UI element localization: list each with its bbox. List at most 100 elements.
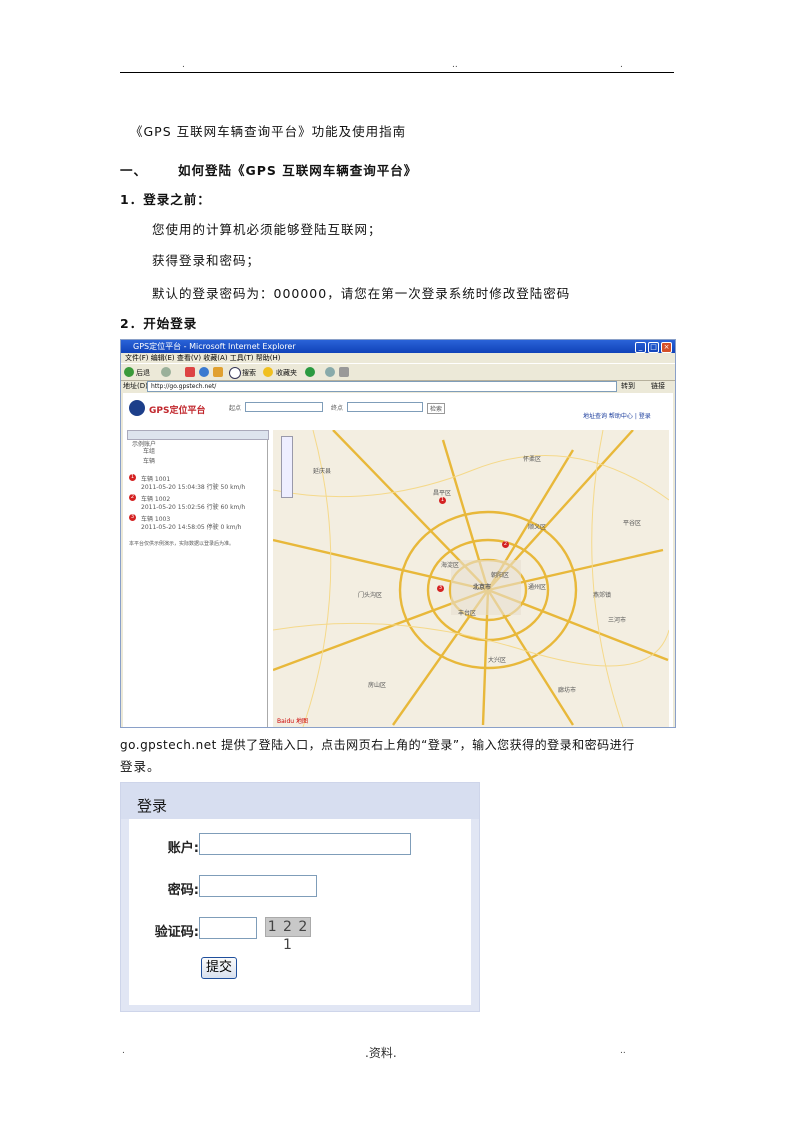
address-input[interactable]: http://go.gpstech.net/ <box>147 381 617 392</box>
map-label: 大兴区 <box>488 657 507 664</box>
vehicle-info: 2011-05-20 14:58:05 停驶 0 km/h <box>141 524 242 531</box>
menu-bar-text: 文件(F) 编辑(E) 查看(V) 收藏(A) 工具(T) 帮助(H) <box>125 354 281 362</box>
header-mark-left: . <box>182 60 185 70</box>
caption-line-2: 登录。 <box>120 759 161 774</box>
links-label[interactable]: 链接 <box>651 380 665 392</box>
login-header: 登录 <box>121 783 479 819</box>
search-button[interactable]: 检索 <box>427 403 446 414</box>
map-label: 廊坊市 <box>558 687 577 694</box>
browser-toolbar: 后退 搜索 收藏夹 <box>121 363 675 381</box>
tree-item[interactable]: 车辆 <box>143 456 155 465</box>
vehicle-item[interactable]: 2 车辆 1002 2011-05-20 15:02:56 行驶 60 km/h <box>129 494 245 511</box>
address-url: http://go.gpstech.net/ <box>151 383 217 390</box>
vehicle-pin-icon: 3 <box>129 514 136 521</box>
map-label: 顺义区 <box>528 524 547 531</box>
window-titlebar: GPS定位平台 - Microsoft Internet Explorer _ … <box>121 340 675 353</box>
captcha-input[interactable] <box>199 917 257 939</box>
search-to-input[interactable] <box>347 402 423 412</box>
map-footer: Baidu 地图 <box>277 718 308 725</box>
map-label: 房山区 <box>368 682 387 689</box>
vehicle-info: 2011-05-20 15:04:38 行驶 50 km/h <box>141 484 246 491</box>
login-title: 登录 <box>137 797 168 815</box>
favorites-icon[interactable] <box>263 367 273 377</box>
tree-item[interactable]: 车组 <box>143 446 155 455</box>
back-icon[interactable] <box>124 367 134 377</box>
address-label: 地址(D) <box>123 382 148 390</box>
section-1-title: 如何登陆《GPS 互联网车辆查询平台》 <box>178 163 418 178</box>
search-to-label: 终点 <box>331 405 344 412</box>
back-label: 后退 <box>136 369 150 377</box>
footer-mark-left: . <box>122 1046 125 1056</box>
vehicle-pin-icon: 1 <box>129 474 136 481</box>
menu-bar[interactable]: 文件(F) 编辑(E) 查看(V) 收藏(A) 工具(T) 帮助(H) <box>121 353 675 363</box>
vehicle-pin-icon: 2 <box>129 494 136 501</box>
map-label: 海淀区 <box>441 562 460 569</box>
mail-icon[interactable] <box>325 367 335 377</box>
window-title: GPS定位平台 - Microsoft Internet Explorer <box>133 342 296 351</box>
map-label: 北京市 <box>473 584 492 591</box>
password-input[interactable] <box>199 875 317 897</box>
section-1-number: 一、 <box>120 163 148 178</box>
vehicle-info: 2011-05-20 15:02:56 行驶 60 km/h <box>141 504 246 511</box>
map-label: 昌平区 <box>433 490 452 497</box>
login-form: 账户: 密码: 验证码: 1 2 2 1 提交 <box>129 819 471 1005</box>
stop-icon[interactable] <box>185 367 195 377</box>
refresh-icon[interactable] <box>199 367 209 377</box>
search-from-label: 起点 <box>229 405 242 412</box>
map-label: 平谷区 <box>623 520 642 527</box>
captcha-image[interactable]: 1 2 2 1 <box>265 917 311 953</box>
media-icon[interactable] <box>305 367 315 377</box>
map-view[interactable]: 延庆县 怀柔区 昌平区 顺义区 平谷区 海淀区 朝阳区 通州区 丰台区 门头沟区… <box>273 430 669 727</box>
map-label: 门头沟区 <box>358 592 383 599</box>
search-from-input[interactable] <box>245 402 323 412</box>
map-vehicle-marker[interactable]: 3 <box>437 585 444 592</box>
map-label: 燕郊镇 <box>593 592 612 599</box>
caption-line-1: go.gpstech.net 提供了登陆入口，点击网页右上角的“登录”，输入您获… <box>120 738 635 752</box>
header-mark-right: . <box>620 60 623 70</box>
account-input[interactable] <box>199 833 411 855</box>
captcha-label: 验证码: <box>154 925 199 940</box>
map-roads <box>273 430 669 727</box>
vehicle-sidebar: 示例账户 车组 车辆 1 车辆 1001 2011-05-20 15:04:38… <box>127 430 269 727</box>
web-page: GPS定位平台 起点 终点 检索 地址查询 帮助中心 | 登录 示例账户 车组 … <box>123 393 673 727</box>
header-rule <box>120 72 674 73</box>
site-logo <box>129 400 145 416</box>
close-icon[interactable]: × <box>661 342 672 353</box>
maximize-icon[interactable]: □ <box>648 342 659 353</box>
site-title: GPS定位平台 <box>149 406 206 416</box>
login-panel: 登录 账户: 密码: 验证码: 1 2 2 1 提交 <box>120 782 480 1012</box>
doc-title: 《GPS 互联网车辆查询平台》功能及使用指南 <box>130 124 407 139</box>
account-label: 账户: <box>167 841 199 856</box>
map-label: 怀柔区 <box>523 456 542 463</box>
subsection-2-title: 2．开始登录 <box>120 316 198 331</box>
map-label: 朝阳区 <box>491 572 510 579</box>
forward-icon[interactable] <box>161 367 171 377</box>
map-label: 三河市 <box>608 617 627 624</box>
go-button[interactable]: 转到 <box>621 380 635 392</box>
list-item: 获得登录和密码； <box>152 253 261 268</box>
home-icon[interactable] <box>213 367 223 377</box>
map-label: 丰台区 <box>458 610 477 617</box>
favorites-label: 收藏夹 <box>276 369 297 377</box>
search-icon[interactable] <box>229 367 241 379</box>
password-label: 密码: <box>167 883 199 898</box>
map-vehicle-marker[interactable]: 1 <box>439 497 446 504</box>
print-icon[interactable] <box>339 367 349 377</box>
list-item: 您使用的计算机必须能够登陆互联网； <box>152 222 382 237</box>
zoom-control[interactable] <box>281 436 293 498</box>
list-item: 默认的登录密码为：000000，请您在第一次登录系统时修改登陆密码 <box>152 286 571 301</box>
vehicle-item[interactable]: 3 车辆 1003 2011-05-20 14:58:05 停驶 0 km/h <box>129 514 241 531</box>
header-mark-center: .. <box>452 60 458 70</box>
footer-mark-right: .. <box>620 1046 626 1056</box>
submit-button[interactable]: 提交 <box>201 957 237 979</box>
tree-header: 示例账户 <box>127 430 269 448</box>
map-label: 通州区 <box>528 584 547 591</box>
minimize-icon[interactable]: _ <box>635 342 646 353</box>
search-label: 搜索 <box>242 369 256 377</box>
map-label: 延庆县 <box>313 468 332 475</box>
vehicle-item[interactable]: 1 车辆 1001 2011-05-20 15:04:38 行驶 50 km/h <box>129 474 245 491</box>
top-links[interactable]: 地址查询 帮助中心 | 登录 <box>583 411 651 420</box>
map-vehicle-marker[interactable]: 2 <box>502 541 509 548</box>
sidebar-note: 本平台仅供示例演示，实际数据以登录后为准。 <box>129 541 235 547</box>
browser-screenshot: GPS定位平台 - Microsoft Internet Explorer _ … <box>120 339 676 728</box>
